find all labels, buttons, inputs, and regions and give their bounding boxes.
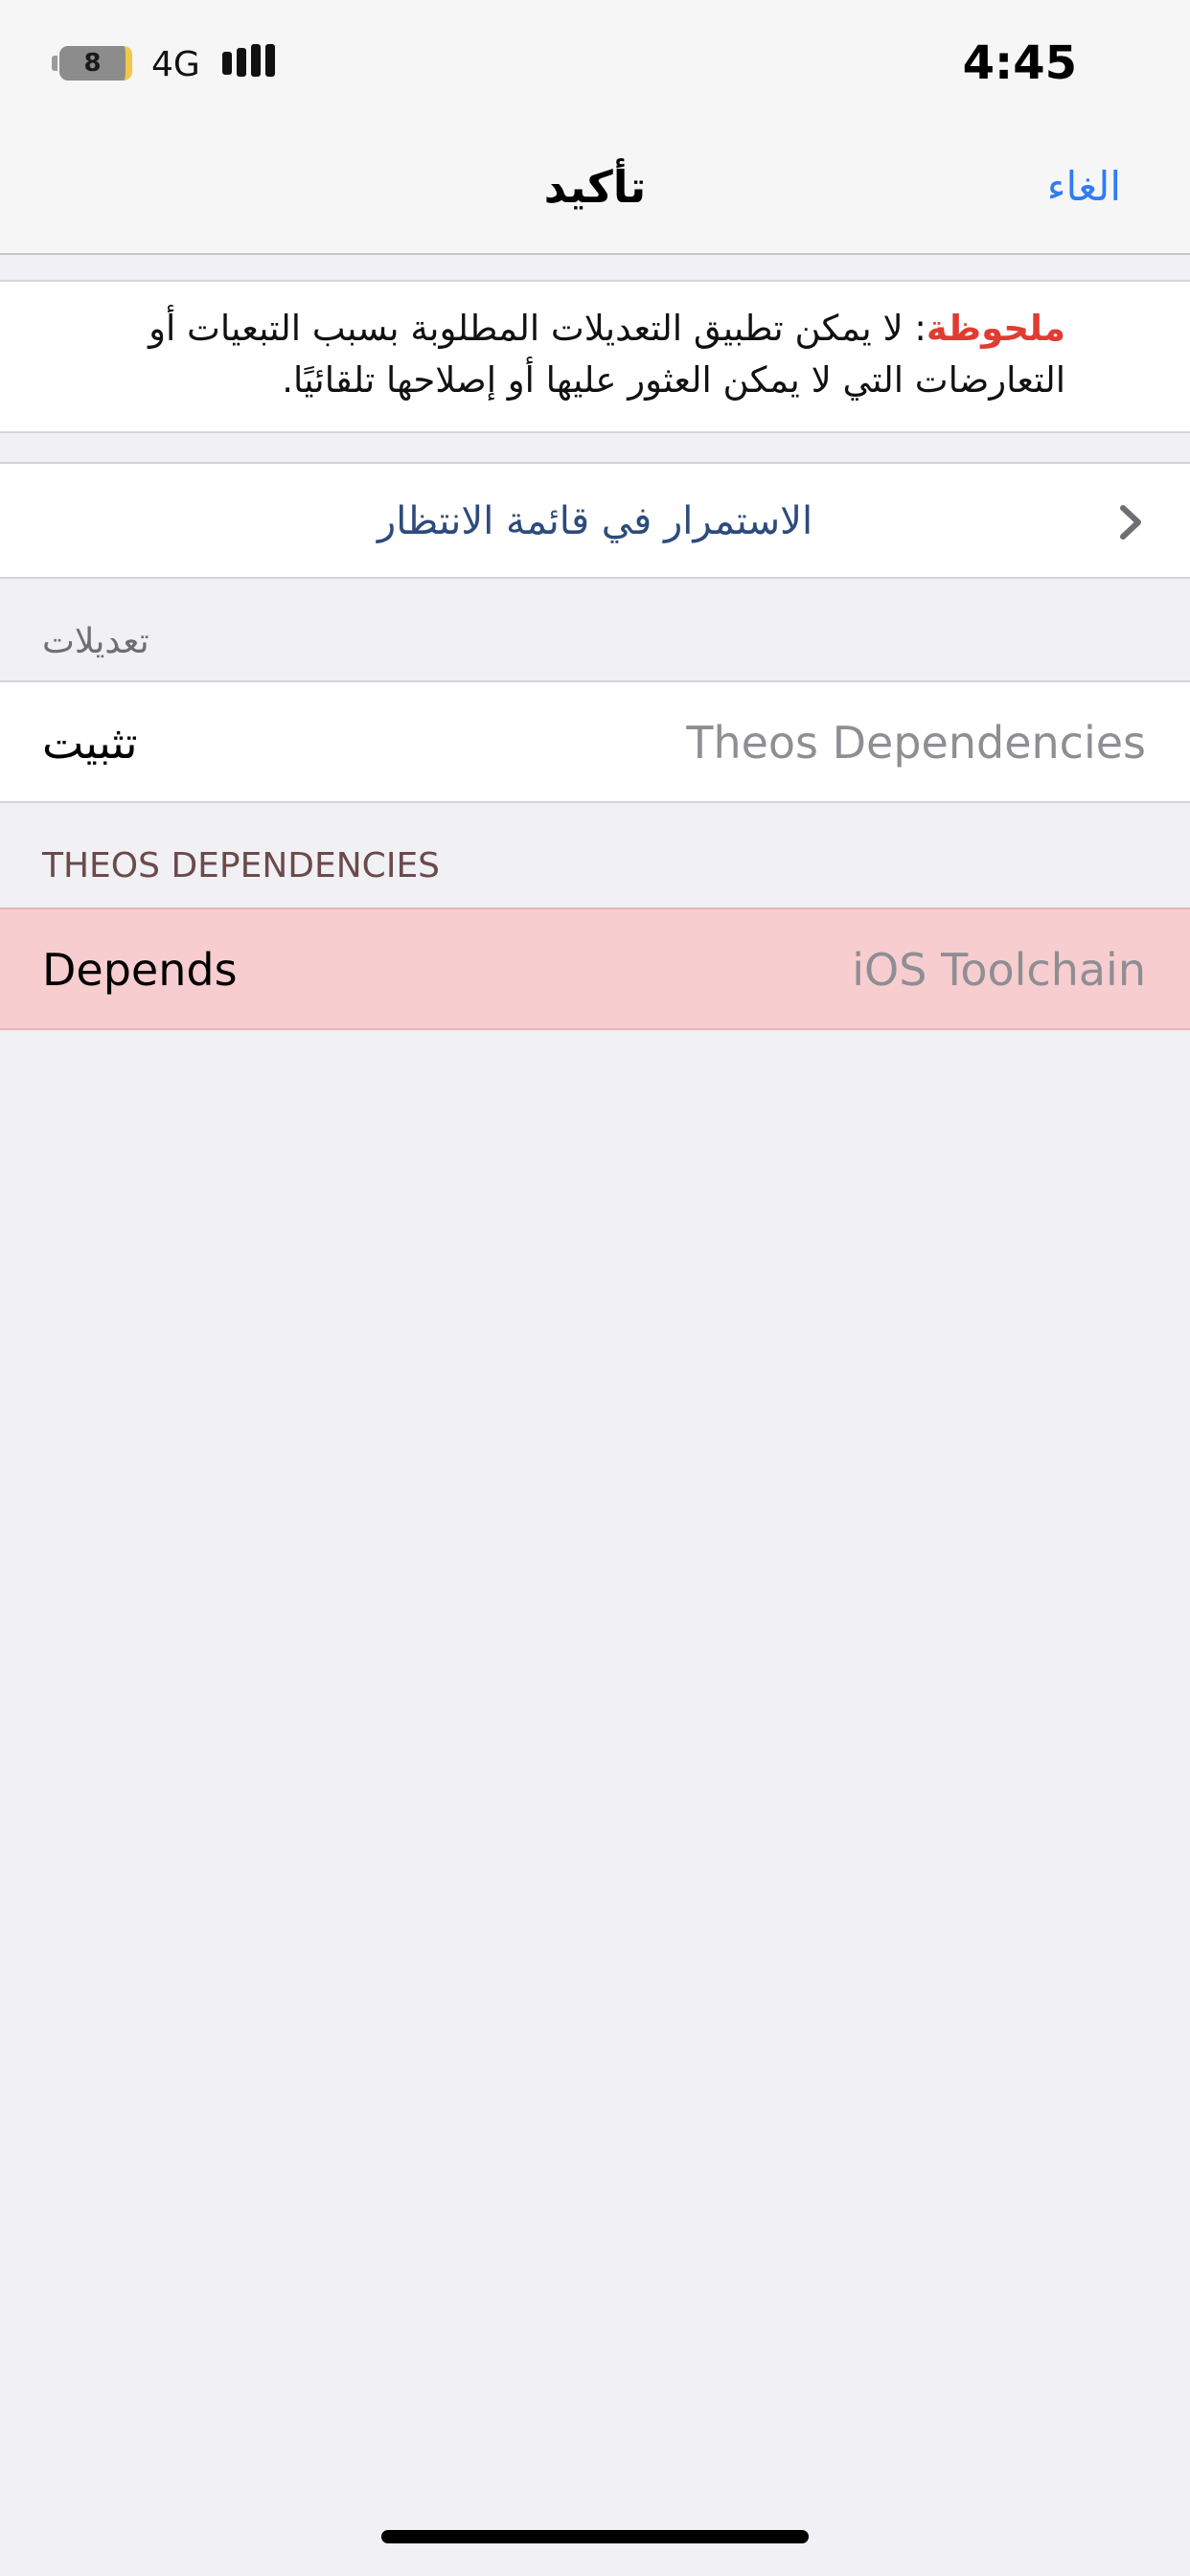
modification-package: Theos Dependencies — [686, 717, 1146, 769]
dependency-package: iOS Toolchain — [852, 944, 1146, 996]
battery-icon: 8 — [59, 46, 132, 80]
navigation-bar: تأكيد الغاء — [0, 125, 1190, 255]
network-type: 4G — [151, 45, 200, 84]
battery-level: 8 — [83, 49, 102, 78]
note-label: ملحوظة — [926, 308, 1065, 349]
home-indicator[interactable] — [381, 2530, 809, 2543]
note-card: ملحوظة: لا يمكن تطبيق التعديلات المطلوبة… — [0, 280, 1190, 433]
note-message: ملحوظة: لا يمكن تطبيق التعديلات المطلوبة… — [40, 303, 1065, 406]
dependency-relation: Depends — [42, 944, 238, 996]
section-header-theos-dependencies: THEOS DEPENDENCIES — [42, 846, 441, 886]
chevron-right-icon — [1120, 505, 1141, 540]
section-header-modifications: تعديلات — [42, 622, 149, 661]
status-time: 4:45 — [962, 36, 1077, 90]
battery-nub — [52, 56, 57, 71]
cancel-button[interactable]: الغاء — [1047, 155, 1121, 218]
modification-action: تثبيت — [42, 717, 138, 769]
dependency-row[interactable]: Depends iOS Toolchain — [0, 908, 1190, 1030]
continue-queue-button[interactable]: الاستمرار في قائمة الانتظار — [0, 462, 1190, 579]
continue-queue-label: الاستمرار في قائمة الانتظار — [377, 499, 813, 543]
status-bar: 8 4G 4:45 — [0, 0, 1190, 125]
page-title: تأكيد — [543, 161, 647, 213]
modification-row[interactable]: تثبيت Theos Dependencies — [0, 680, 1190, 803]
signal-icon — [222, 44, 276, 82]
